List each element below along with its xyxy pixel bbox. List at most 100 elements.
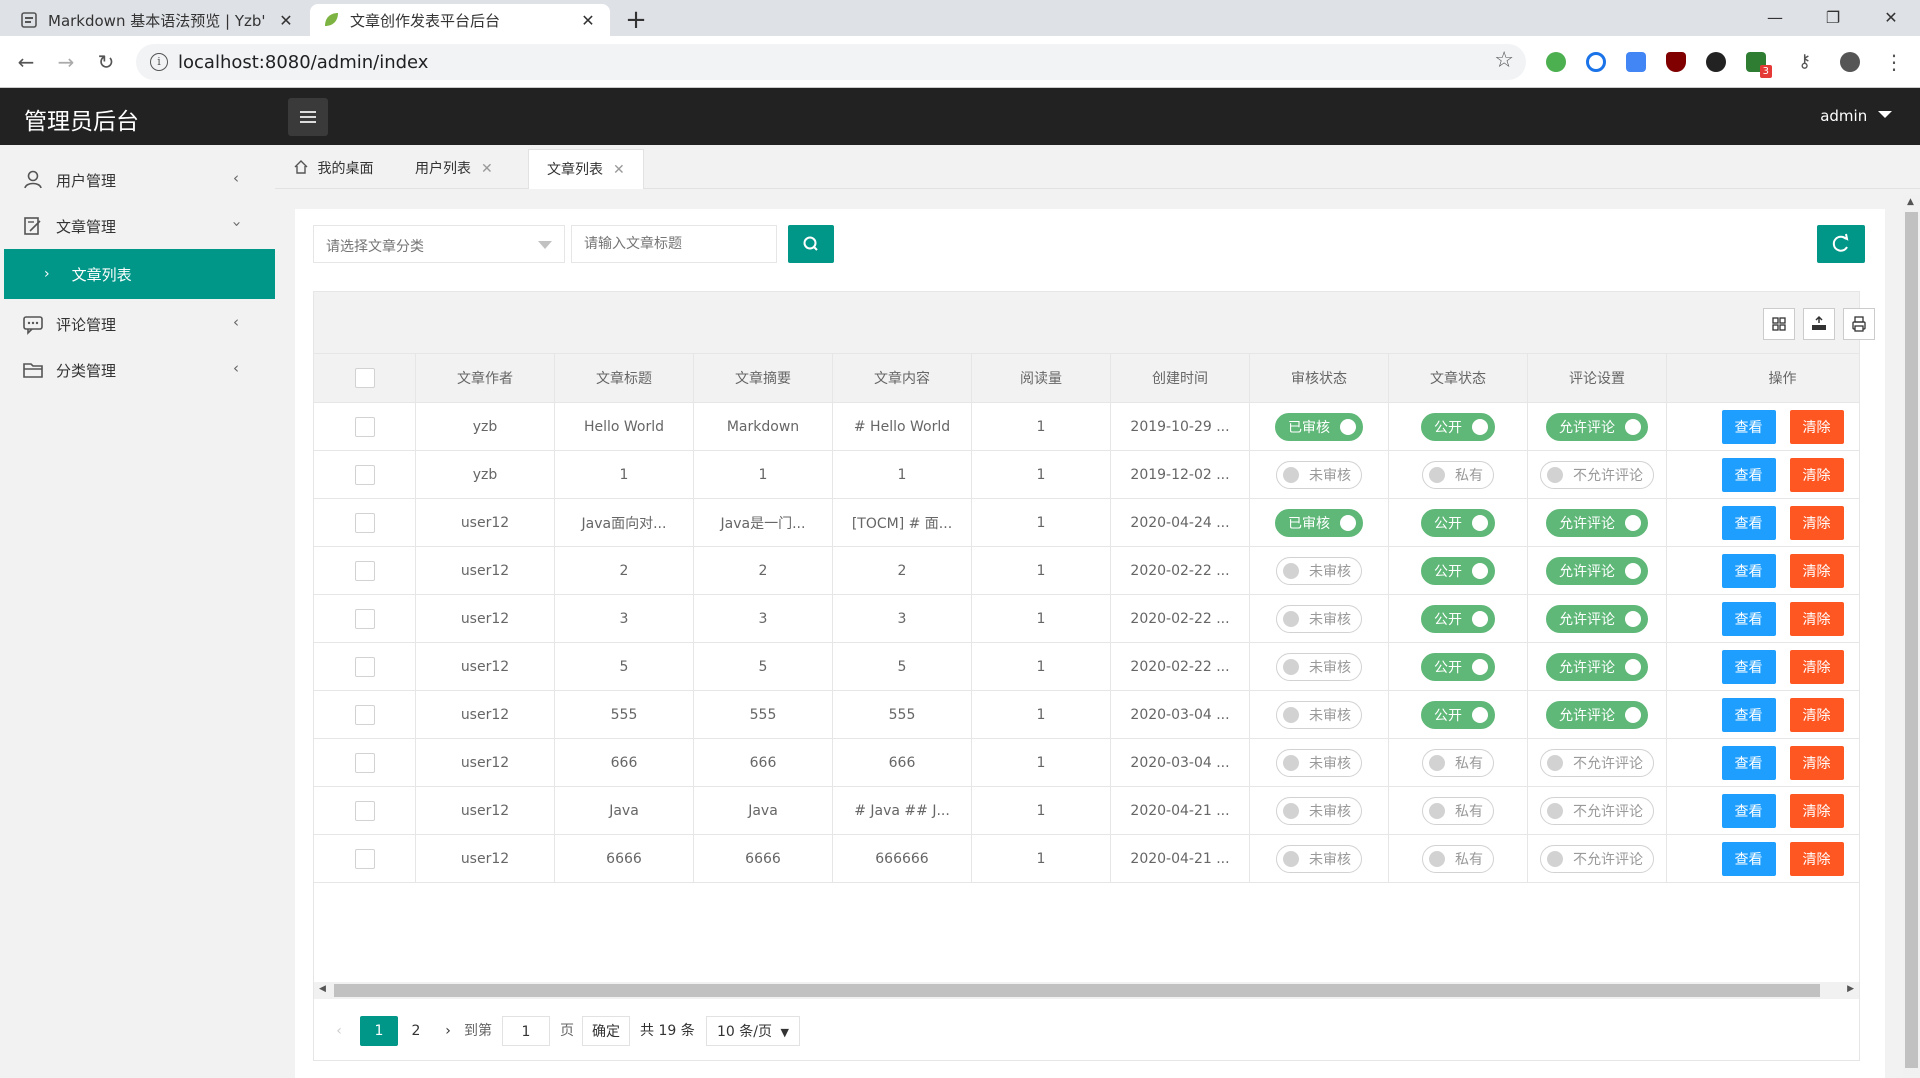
scroll-left-icon[interactable]: ◀: [319, 984, 326, 994]
row-checkbox[interactable]: [354, 608, 375, 629]
bookmark-star-icon[interactable]: ☆: [1494, 48, 1514, 73]
delete-button[interactable]: 清除: [1789, 841, 1844, 876]
close-window-button[interactable]: ✕: [1862, 0, 1920, 36]
extension-translate-icon[interactable]: [1586, 52, 1606, 72]
close-tab-icon[interactable]: ✕: [276, 11, 296, 30]
row-checkbox[interactable]: [354, 848, 375, 869]
view-button[interactable]: 查看: [1721, 601, 1776, 636]
status-switch[interactable]: 公开: [1421, 556, 1495, 585]
status-switch[interactable]: 公开: [1421, 508, 1495, 537]
row-checkbox[interactable]: [354, 704, 375, 725]
title-search-input[interactable]: [571, 225, 777, 263]
delete-button[interactable]: 清除: [1789, 409, 1844, 444]
column-header[interactable]: 创建时间: [1111, 354, 1250, 403]
forward-arrow-icon[interactable]: →: [50, 46, 82, 78]
extension-ublock-icon[interactable]: [1666, 52, 1686, 72]
search-button[interactable]: [788, 225, 834, 263]
comment-switch[interactable]: 不允许评论: [1540, 796, 1654, 825]
close-tab-icon[interactable]: ✕: [578, 11, 598, 30]
view-button[interactable]: 查看: [1721, 409, 1776, 444]
sidebar-item-articles[interactable]: 文章管理 ‹: [0, 203, 275, 249]
select-all-checkbox[interactable]: [354, 368, 375, 388]
close-icon[interactable]: ✕: [613, 162, 625, 178]
close-icon[interactable]: ✕: [481, 161, 493, 177]
status-switch[interactable]: 私有: [1422, 796, 1494, 825]
minimize-button[interactable]: —: [1746, 0, 1804, 36]
scrollbar-thumb[interactable]: [1905, 212, 1918, 1068]
view-button[interactable]: 查看: [1721, 505, 1776, 540]
status-switch[interactable]: 私有: [1422, 460, 1494, 489]
sidebar-item-comments[interactable]: 评论管理 ‹: [0, 301, 275, 347]
audit-switch[interactable]: 未审核: [1276, 556, 1362, 585]
audit-switch[interactable]: 已审核: [1275, 412, 1363, 441]
status-switch[interactable]: 私有: [1422, 844, 1494, 873]
page-size-select[interactable]: 10 条/页 ▼: [706, 1016, 800, 1046]
browser-menu-icon[interactable]: ⋮: [1884, 52, 1904, 72]
extension-google-translate-icon[interactable]: [1626, 52, 1646, 72]
audit-switch[interactable]: 未审核: [1276, 700, 1362, 729]
goto-confirm-button[interactable]: 确定: [582, 1016, 630, 1046]
view-button[interactable]: 查看: [1721, 553, 1776, 588]
address-bar[interactable]: i localhost:8080/admin/index ☆: [136, 44, 1526, 80]
tab-desktop[interactable]: 我的桌面: [275, 149, 391, 189]
comment-switch[interactable]: 允许评论: [1546, 508, 1648, 537]
comment-switch[interactable]: 不允许评论: [1540, 460, 1654, 489]
delete-button[interactable]: 清除: [1789, 553, 1844, 588]
column-header[interactable]: 评论设置: [1528, 354, 1667, 403]
url-text[interactable]: localhost:8080/admin/index: [178, 52, 428, 73]
column-header[interactable]: 文章作者: [416, 354, 555, 403]
column-header[interactable]: 阅读量: [972, 354, 1111, 403]
scrollbar-thumb[interactable]: [334, 984, 1820, 997]
user-menu[interactable]: admin: [1820, 107, 1892, 125]
column-header[interactable]: 文章摘要: [694, 354, 833, 403]
horizontal-scrollbar[interactable]: ◀ ▶: [314, 982, 1859, 999]
export-button[interactable]: [1803, 308, 1835, 340]
back-arrow-icon[interactable]: ←: [10, 46, 42, 78]
comment-switch[interactable]: 允许评论: [1546, 412, 1648, 441]
row-checkbox[interactable]: [354, 512, 375, 533]
audit-switch[interactable]: 未审核: [1276, 652, 1362, 681]
scroll-up-icon[interactable]: ▲: [1907, 197, 1914, 207]
row-checkbox[interactable]: [354, 800, 375, 821]
delete-button[interactable]: 清除: [1789, 457, 1844, 492]
reload-icon[interactable]: ↻: [90, 46, 122, 78]
vertical-scrollbar[interactable]: ▲: [1903, 195, 1920, 1078]
browser-tab-markdown[interactable]: Markdown 基本语法预览 | Yzb' ✕: [8, 4, 308, 36]
browser-tab-admin[interactable]: 文章创作发表平台后台 ✕: [310, 4, 610, 36]
row-checkbox[interactable]: [354, 560, 375, 581]
view-button[interactable]: 查看: [1721, 745, 1776, 780]
sidebar-item-users[interactable]: 用户管理 ‹: [0, 157, 275, 203]
delete-button[interactable]: 清除: [1789, 505, 1844, 540]
sidebar-item-article-list[interactable]: › 文章列表: [4, 249, 275, 299]
view-button[interactable]: 查看: [1721, 793, 1776, 828]
view-button[interactable]: 查看: [1721, 457, 1776, 492]
delete-button[interactable]: 清除: [1789, 649, 1844, 684]
tab-article-list[interactable]: 文章列表 ✕: [528, 149, 644, 189]
goto-page-input[interactable]: 1: [502, 1016, 550, 1046]
sidebar-toggle-button[interactable]: [288, 98, 328, 136]
key-icon[interactable]: ⚷: [1798, 52, 1818, 72]
profile-avatar-icon[interactable]: [1840, 52, 1860, 72]
row-checkbox[interactable]: [354, 416, 375, 437]
comment-switch[interactable]: 允许评论: [1546, 604, 1648, 633]
view-button[interactable]: 查看: [1721, 649, 1776, 684]
row-checkbox[interactable]: [354, 656, 375, 677]
prev-page-icon[interactable]: ‹: [332, 1016, 346, 1046]
comment-switch[interactable]: 不允许评论: [1540, 748, 1654, 777]
column-header[interactable]: 文章状态: [1389, 354, 1528, 403]
extension-grid-icon[interactable]: 3: [1746, 52, 1772, 78]
columns-filter-button[interactable]: [1763, 308, 1795, 340]
page-2[interactable]: 2: [398, 1016, 434, 1046]
print-button[interactable]: [1843, 308, 1875, 340]
delete-button[interactable]: 清除: [1789, 745, 1844, 780]
sidebar-item-categories[interactable]: 分类管理 ‹: [0, 347, 275, 393]
refresh-button[interactable]: [1817, 225, 1865, 263]
delete-button[interactable]: 清除: [1789, 697, 1844, 732]
view-button[interactable]: 查看: [1721, 697, 1776, 732]
audit-switch[interactable]: 未审核: [1276, 460, 1362, 489]
column-header[interactable]: 文章内容: [833, 354, 972, 403]
row-checkbox[interactable]: [354, 752, 375, 773]
delete-button[interactable]: 清除: [1789, 601, 1844, 636]
comment-switch[interactable]: 允许评论: [1546, 652, 1648, 681]
next-page-icon[interactable]: ›: [438, 1016, 458, 1046]
